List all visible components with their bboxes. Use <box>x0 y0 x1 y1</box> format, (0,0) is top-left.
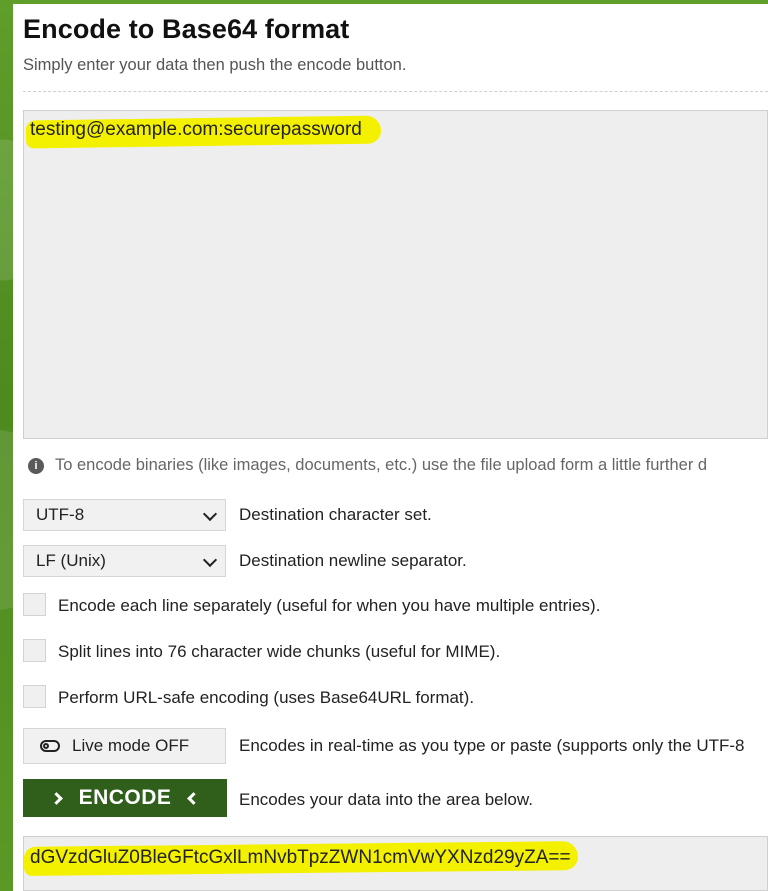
live-mode-description: Encodes in real-time as you type or past… <box>239 736 745 755</box>
url-safe-checkbox[interactable] <box>23 685 46 708</box>
encode-each-line-label: Encode each line separately (useful for … <box>58 596 601 615</box>
toggle-off-icon <box>40 740 60 752</box>
encode-each-line-checkbox[interactable] <box>23 593 46 616</box>
input-textarea[interactable]: testing@example.com:securepassword <box>23 110 768 439</box>
charset-label: Destination character set. <box>239 505 432 524</box>
encode-description: Encodes your data into the area below. <box>239 790 533 809</box>
info-text: To encode binaries (like images, documen… <box>55 456 708 474</box>
input-text: testing@example.com:securepassword <box>30 119 362 140</box>
chevron-down-icon <box>202 552 218 568</box>
newline-select-value: LF (Unix) <box>36 551 106 570</box>
newline-label: Destination newline separator. <box>239 551 467 570</box>
encode-button-label: ENCODE <box>78 786 172 809</box>
page-subtitle: Simply enter your data then push the enc… <box>23 56 407 74</box>
output-textarea[interactable]: dGVzdGluZ0BleGFtcGxlLmNvbTpzZWN1cmVwYXNz… <box>23 836 768 891</box>
chevron-down-icon <box>202 506 218 522</box>
newline-select[interactable]: LF (Unix) <box>23 545 226 577</box>
chevron-left-icon <box>187 791 201 805</box>
split-lines-label: Split lines into 76 character wide chunk… <box>58 642 501 661</box>
section-divider <box>23 91 768 92</box>
charset-select[interactable]: UTF-8 <box>23 499 226 531</box>
url-safe-label: Perform URL-safe encoding (uses Base64UR… <box>58 688 475 707</box>
info-message: i To encode binaries (like images, docum… <box>28 456 707 475</box>
encode-button[interactable]: ENCODE <box>23 779 227 817</box>
live-mode-label: Live mode OFF <box>72 736 190 755</box>
live-mode-button[interactable]: Live mode OFF <box>23 728 226 764</box>
chevron-right-icon <box>49 791 63 805</box>
split-lines-checkbox[interactable] <box>23 639 46 662</box>
charset-select-value: UTF-8 <box>36 505 85 524</box>
page-title: Encode to Base64 format <box>23 14 350 44</box>
info-icon: i <box>28 457 44 474</box>
output-text: dGVzdGluZ0BleGFtcGxlLmNvbTpzZWN1cmVwYXNz… <box>30 847 571 868</box>
main-panel: Encode to Base64 format Simply enter you… <box>13 4 768 891</box>
